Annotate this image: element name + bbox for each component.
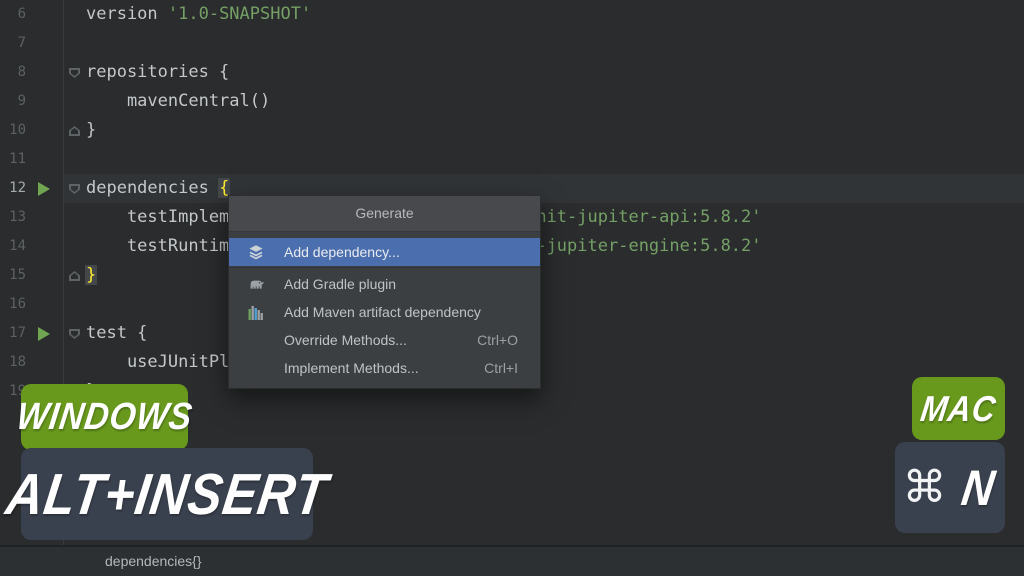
code-line-11[interactable]: 11 [0, 145, 1024, 174]
line-number: 11 [0, 145, 26, 174]
breadcrumb-item[interactable]: dependencies{} [105, 547, 202, 576]
breadcrumbs-bar: dependencies{} [0, 545, 1024, 576]
run-gutter-icon[interactable] [38, 327, 50, 341]
menu-item-label: Add Gradle plugin [284, 276, 396, 292]
line-number: 15 [0, 261, 26, 290]
code-token: test { [86, 323, 147, 343]
menu-item-add-maven-artifact-dependency[interactable]: Add Maven artifact dependency [229, 298, 540, 326]
code-text[interactable]: dependencies { [86, 174, 229, 203]
fold-collapsed-icon[interactable] [69, 126, 80, 136]
code-token: } [86, 120, 96, 140]
windows-shortcut-badge: ALT+INSERT [21, 448, 313, 540]
run-gutter-icon[interactable] [38, 182, 50, 196]
menu-item-shortcut: Ctrl+I [484, 360, 518, 376]
line-number: 9 [0, 87, 26, 116]
code-token: } [85, 265, 97, 285]
menu-item-add-dependency[interactable]: Add dependency... [229, 238, 540, 266]
menu-item-override-methods[interactable]: Override Methods... Ctrl+O [229, 326, 540, 354]
mac-shortcut-badge: ⌘ N [895, 442, 1005, 533]
menu-item-add-gradle-plugin[interactable]: Add Gradle plugin [229, 270, 540, 298]
fold-collapsed-icon[interactable] [69, 271, 80, 281]
line-number: 17 [0, 319, 26, 348]
menu-separator [229, 266, 540, 270]
line-number: 6 [0, 0, 26, 29]
code-line-6[interactable]: 6 version '1.0-SNAPSHOT' [0, 0, 1024, 29]
windows-badge-label: WINDOWS [14, 396, 195, 439]
line-number: 8 [0, 58, 26, 87]
fold-expanded-icon[interactable] [69, 68, 80, 78]
icon-spacer [248, 360, 264, 376]
code-token: dependencies [86, 178, 219, 198]
fold-expanded-icon[interactable] [69, 329, 80, 339]
code-line-7[interactable]: 7 [0, 29, 1024, 58]
icon-spacer [248, 332, 264, 348]
layers-icon [248, 244, 264, 260]
generate-popup: Generate Add dependency... Add Gradle plu… [228, 195, 541, 389]
menu-item-shortcut: Ctrl+O [477, 332, 518, 348]
line-number: 12 [0, 174, 26, 203]
popup-menu: Add dependency... Add Gradle plugin Add Ma… [229, 232, 540, 388]
menu-item-label: Override Methods... [284, 332, 407, 348]
code-text[interactable]: repositories { [86, 58, 229, 87]
menu-item-label: Add Maven artifact dependency [284, 304, 481, 320]
line-number: 10 [0, 116, 26, 145]
code-text[interactable]: mavenCentral() [86, 87, 270, 116]
line-number: 14 [0, 232, 26, 261]
windows-shortcut-label: ALT+INSERT [2, 461, 332, 528]
code-token: mavenCentral() [86, 91, 270, 111]
code-text[interactable]: version '1.0-SNAPSHOT' [86, 0, 311, 29]
fold-expanded-icon[interactable] [69, 184, 80, 194]
menu-item-label: Implement Methods... [284, 360, 419, 376]
code-text[interactable]: } [86, 261, 96, 290]
code-line-8[interactable]: 8 repositories { [0, 58, 1024, 87]
ide-window: 6 version '1.0-SNAPSHOT' 78 repositories { 9… [0, 0, 1024, 576]
line-number: 18 [0, 348, 26, 377]
popup-title: Generate [229, 196, 540, 232]
mac-badge: MAC [912, 377, 1005, 440]
gradle-icon [248, 276, 264, 292]
code-text[interactable]: test { [86, 319, 147, 348]
line-number: 7 [0, 29, 26, 58]
code-text[interactable]: } [86, 116, 96, 145]
line-number: 13 [0, 203, 26, 232]
code-token: repositories { [86, 62, 229, 82]
maven-icon [248, 304, 264, 320]
code-line-10[interactable]: 10} [0, 116, 1024, 145]
menu-item-label: Add dependency... [284, 244, 400, 260]
code-token: version [86, 4, 168, 24]
menu-item-implement-methods[interactable]: Implement Methods... Ctrl+I [229, 354, 540, 382]
windows-badge: WINDOWS [21, 384, 188, 450]
mac-badge-label: MAC [918, 388, 999, 430]
mac-shortcut-key: N [959, 459, 1000, 517]
command-key-icon: ⌘ [902, 466, 946, 510]
code-token: '1.0-SNAPSHOT' [168, 4, 311, 24]
code-line-9[interactable]: 9 mavenCentral() [0, 87, 1024, 116]
line-number: 16 [0, 290, 26, 319]
